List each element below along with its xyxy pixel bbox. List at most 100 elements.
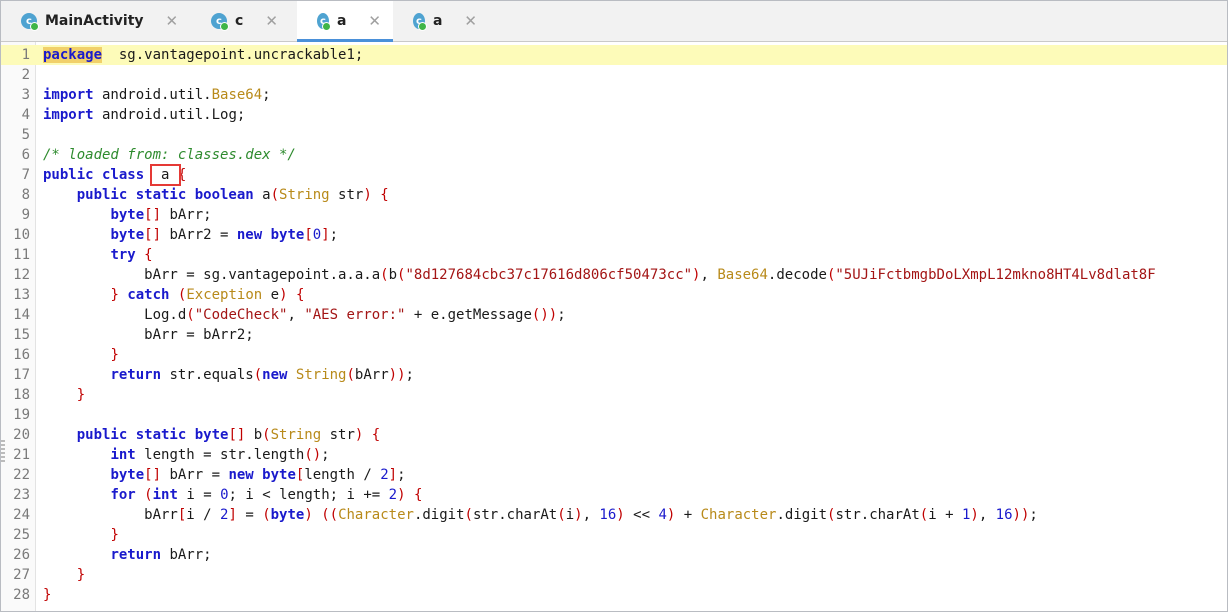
code-line[interactable]: 16 } xyxy=(1,345,1227,365)
code-line[interactable]: 25 } xyxy=(1,525,1227,545)
code-token: ] xyxy=(228,507,237,523)
line-number: 9 xyxy=(21,207,30,223)
code-line[interactable]: 10 byte[] bArr2 = new byte[0]; xyxy=(1,225,1227,245)
close-icon[interactable]: ✕ xyxy=(166,12,179,30)
line-number: 19 xyxy=(13,407,30,423)
code-token: )) xyxy=(388,367,406,383)
code-line[interactable]: 20 public static byte[] b(String str) { xyxy=(1,425,1227,445)
code-line[interactable]: 27 } xyxy=(1,565,1227,585)
code-token: } xyxy=(76,387,86,403)
code-token: String xyxy=(279,187,330,203)
code-line[interactable]: 18 } xyxy=(1,385,1227,405)
code-line[interactable]: 3 import android.util.Base64; xyxy=(1,85,1227,105)
code-token: Base64 xyxy=(717,267,768,283)
code-line[interactable]: 7 public class a { xyxy=(1,164,1227,186)
code-line[interactable]: 15 bArr = bArr2; xyxy=(1,325,1227,345)
code-token: ( xyxy=(346,367,355,383)
code-token: str xyxy=(329,187,364,203)
close-icon[interactable]: ✕ xyxy=(464,12,477,30)
code-line[interactable]: 6 /* loaded from: classes.dex */ xyxy=(1,145,1227,165)
code-line[interactable]: 24 bArr[i / 2] = (byte) ((Character.digi… xyxy=(1,505,1227,525)
line-number: 15 xyxy=(13,327,30,343)
code-token: { xyxy=(144,247,153,263)
code-line[interactable]: 11 try { xyxy=(1,245,1227,265)
code-token: 0 xyxy=(312,227,322,243)
line-text: import android.util.Base64; xyxy=(35,85,271,105)
code-line[interactable]: 9 byte[] bArr; xyxy=(1,205,1227,225)
line-text: return bArr; xyxy=(35,545,211,565)
code-line[interactable]: 14 Log.d("CodeCheck", "AES error:" + e.g… xyxy=(1,305,1227,325)
code-token: = xyxy=(236,507,263,523)
code-token: new byte xyxy=(236,227,305,243)
line-number: 28 xyxy=(13,587,30,603)
code-token: /* loaded from: classes.dex */ xyxy=(43,147,296,163)
class-icon: c xyxy=(317,13,331,31)
line-number: 24 xyxy=(13,507,30,523)
code-line[interactable]: 1 package sg.vantagepoint.uncrackable1; xyxy=(1,45,1227,65)
close-icon[interactable]: ✕ xyxy=(265,12,278,30)
code-token: bArr = bArr2; xyxy=(43,327,254,343)
code-line[interactable]: 12 bArr = sg.vantagepoint.a.a.a(b("8d127… xyxy=(1,265,1227,285)
code-token: ; xyxy=(262,87,271,103)
code-line[interactable]: 21 int length = str.length(); xyxy=(1,445,1227,465)
code-token: ] xyxy=(388,467,398,483)
code-token: "AES error:" xyxy=(304,307,406,323)
code-token: catch xyxy=(127,287,170,303)
code-token: public static byte xyxy=(76,427,229,443)
code-line[interactable]: 26 return bArr; xyxy=(1,545,1227,565)
code-token: Exception xyxy=(186,287,263,303)
code-token: public static boolean xyxy=(76,187,254,203)
code-token: 2 xyxy=(388,487,398,503)
line-number: 23 xyxy=(13,487,30,503)
code-line[interactable]: 19 xyxy=(1,405,1227,425)
code-token: "8d127684cbc37c17616d806cf50473cc" xyxy=(405,267,693,283)
code-line[interactable]: 5 xyxy=(1,125,1227,145)
code-token: new byte xyxy=(228,467,296,483)
code-token: ; xyxy=(1029,507,1038,523)
code-token: try xyxy=(110,247,136,263)
tab-c[interactable]: c c ✕ xyxy=(191,1,297,41)
code-line[interactable]: 4 import android.util.Log; xyxy=(1,105,1227,125)
code-token: ) xyxy=(616,507,625,523)
code-line[interactable]: 17 return str.equals(new String(bArr)); xyxy=(1,365,1227,385)
code-token: b xyxy=(388,267,398,283)
code-line[interactable]: 2 xyxy=(1,65,1227,85)
code-token: } xyxy=(110,527,119,543)
code-token: android.util.Log; xyxy=(93,107,246,123)
code-token: byte xyxy=(270,507,305,523)
line-number: 5 xyxy=(21,127,30,143)
tab-a-active[interactable]: c a ✕ xyxy=(297,1,393,42)
code-editor[interactable]: 1 package sg.vantagepoint.uncrackable1; 2 3… xyxy=(1,42,1227,611)
code-token: String xyxy=(295,367,347,383)
code-token: { xyxy=(413,487,423,503)
code-line[interactable]: 28} xyxy=(1,585,1227,605)
tab-mainactivity[interactable]: c MainActivity ✕ xyxy=(1,1,191,41)
code-token: i / xyxy=(186,507,221,523)
line-text: try { xyxy=(35,245,153,265)
code-line[interactable]: 22 byte[] bArr = new byte[length / 2]; xyxy=(1,465,1227,485)
code-token: } xyxy=(110,347,119,363)
tab-a[interactable]: c a ✕ xyxy=(393,1,489,41)
line-number: 1 xyxy=(21,47,30,63)
code-token: "5UJiFctbmgbDoLXmpL12mkno8HT4Lv8dlat8F xyxy=(835,267,1156,283)
line-text: } xyxy=(35,385,85,405)
close-icon[interactable]: ✕ xyxy=(368,12,381,30)
code-token: b xyxy=(245,427,263,443)
code-line[interactable]: 8 public static boolean a(String str) { xyxy=(1,185,1227,205)
code-token: { xyxy=(177,167,187,183)
line-text: import android.util.Log; xyxy=(35,105,245,125)
line-number: 20 xyxy=(13,427,30,443)
line-text: bArr = sg.vantagepoint.a.a.a(b("8d127684… xyxy=(35,265,1156,285)
code-token: "CodeCheck" xyxy=(194,307,288,323)
code-area[interactable]: 1 package sg.vantagepoint.uncrackable1; 2 3… xyxy=(1,45,1227,605)
code-line[interactable]: 23 for (int i = 0; i < length; i += 2) { xyxy=(1,485,1227,505)
line-number: 25 xyxy=(13,527,30,543)
code-line[interactable]: 13 } catch (Exception e) { xyxy=(1,285,1227,305)
code-token: ) xyxy=(574,507,583,523)
code-token: bArr xyxy=(354,367,389,383)
